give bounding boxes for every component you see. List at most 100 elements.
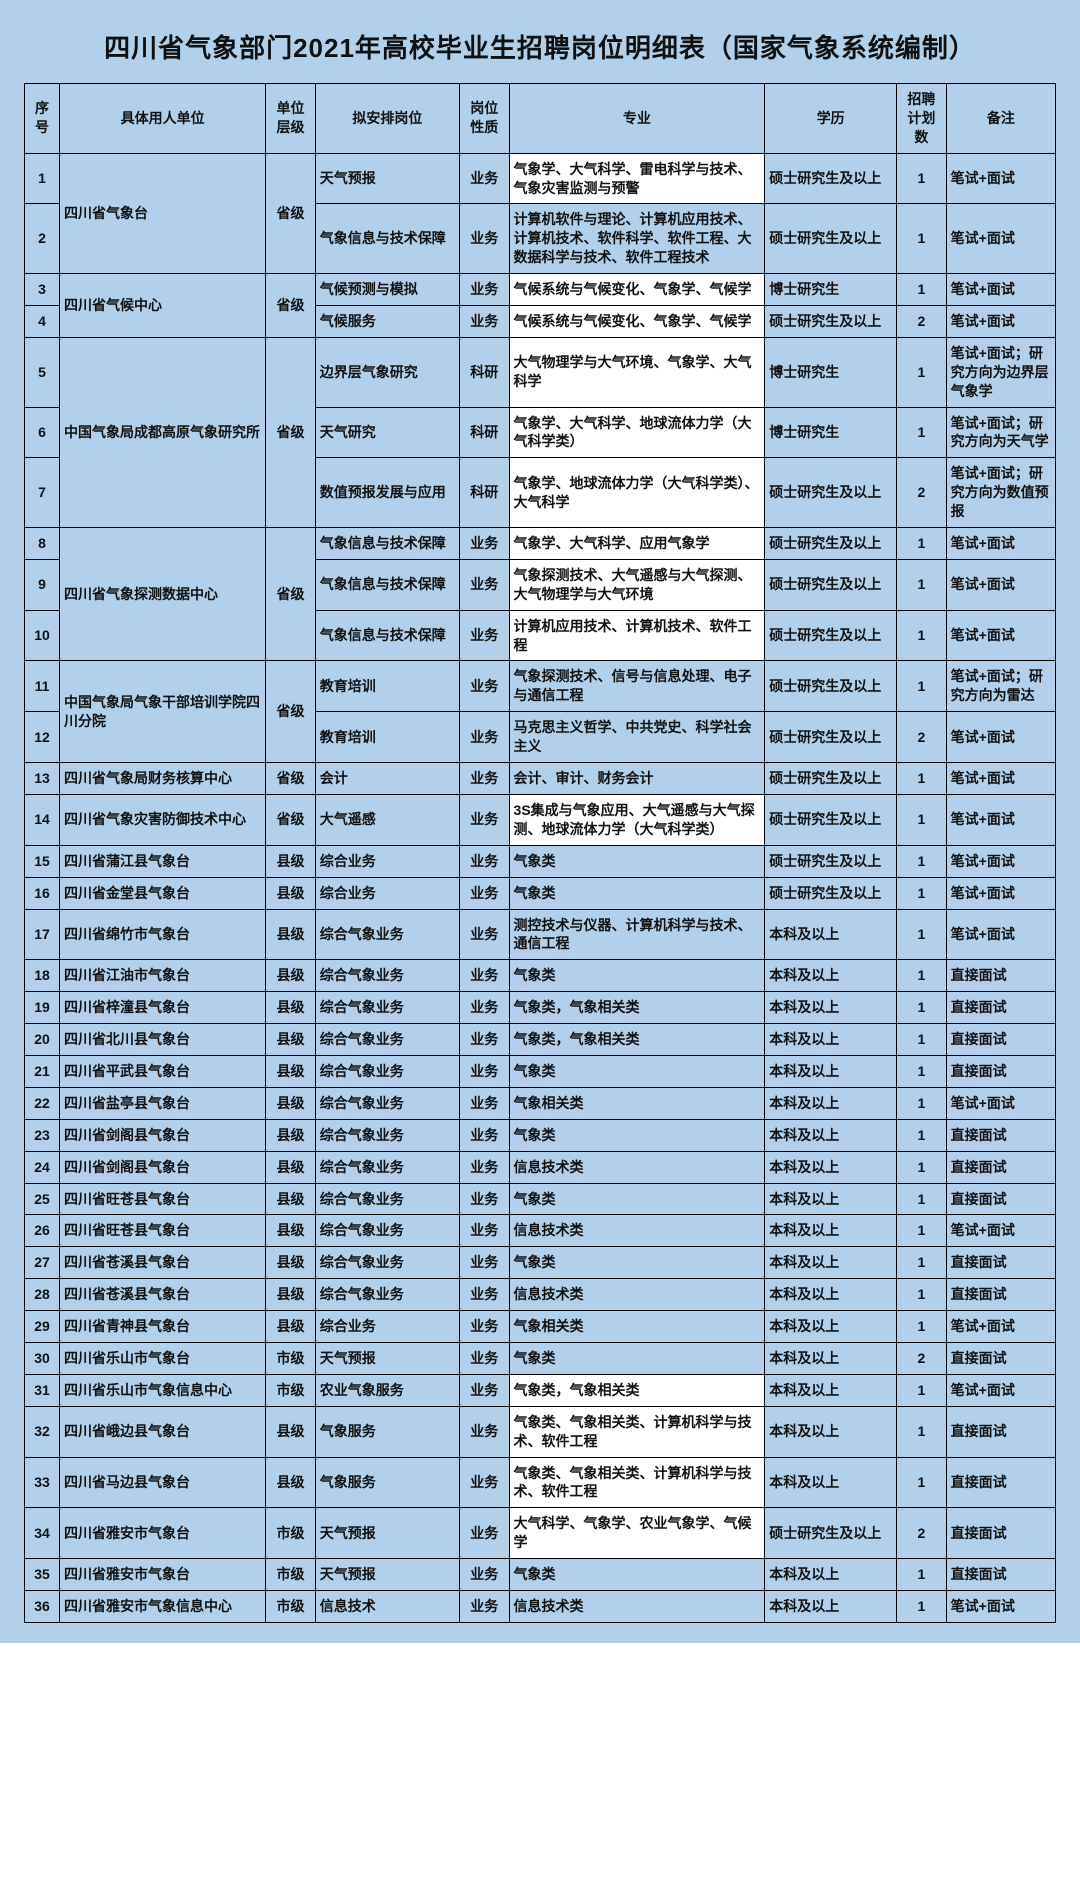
- table-row: 17四川省绵竹市气象台县级综合气象业务业务测控技术与仪器、计算机科学与技术、通信…: [25, 909, 1056, 960]
- cell-note: 直接面试: [946, 1151, 1055, 1183]
- cell-edu: 本科及以上: [765, 1024, 897, 1056]
- cell-num: 2: [897, 712, 946, 763]
- cell-post: 农业气象服务: [315, 1374, 459, 1406]
- cell-edu: 本科及以上: [765, 1279, 897, 1311]
- cell-unit: 四川省苍溪县气象台: [60, 1279, 266, 1311]
- cell-num: 1: [897, 337, 946, 407]
- cell-idx: 15: [25, 845, 60, 877]
- cell-num: 1: [897, 153, 946, 204]
- table-row: 20四川省北川县气象台县级综合气象业务业务气象类，气象相关类本科及以上1直接面试: [25, 1024, 1056, 1056]
- cell-major: 马克思主义哲学、中共党史、科学社会主义: [509, 712, 765, 763]
- cell-nat: 业务: [460, 1247, 509, 1279]
- cell-edu: 本科及以上: [765, 1247, 897, 1279]
- cell-edu: 硕士研究生及以上: [765, 661, 897, 712]
- table-row: 22四川省盐亭县气象台县级综合气象业务业务气象相关类本科及以上1笔试+面试: [25, 1087, 1056, 1119]
- cell-post: 综合气象业务: [315, 1151, 459, 1183]
- cell-level: 县级: [266, 1406, 315, 1457]
- cell-major: 气象学、大气科学、雷电科学与技术、气象灾害监测与预警: [509, 153, 765, 204]
- cell-nat: 业务: [460, 992, 509, 1024]
- cell-note: 直接面试: [946, 1508, 1055, 1559]
- cell-note: 笔试+面试: [946, 528, 1055, 560]
- col-header-num: 招聘计划数: [897, 84, 946, 154]
- cell-unit: 四川省乐山市气象台: [60, 1342, 266, 1374]
- cell-level: 县级: [266, 960, 315, 992]
- cell-major: 大气物理学与大气环境、气象学、大气科学: [509, 337, 765, 407]
- cell-nat: 科研: [460, 407, 509, 458]
- cell-num: 1: [897, 274, 946, 306]
- cell-note: 笔试+面试；研究方向为天气学: [946, 407, 1055, 458]
- cell-major: 气象类、气象相关类、计算机科学与技术、软件工程: [509, 1457, 765, 1508]
- cell-level: 县级: [266, 877, 315, 909]
- cell-note: 笔试+面试: [946, 877, 1055, 909]
- table-row: 1四川省气象台省级天气预报业务气象学、大气科学、雷电科学与技术、气象灾害监测与预…: [25, 153, 1056, 204]
- cell-num: 1: [897, 204, 946, 274]
- cell-nat: 业务: [460, 794, 509, 845]
- table-row: 3四川省气候中心省级气候预测与模拟业务气候系统与气候变化、气象学、气候学博士研究…: [25, 274, 1056, 306]
- cell-level: 县级: [266, 1215, 315, 1247]
- cell-nat: 业务: [460, 1590, 509, 1622]
- cell-note: 直接面试: [946, 1457, 1055, 1508]
- cell-note: 笔试+面试: [946, 1215, 1055, 1247]
- cell-idx: 16: [25, 877, 60, 909]
- cell-level: 县级: [266, 1119, 315, 1151]
- cell-note: 笔试+面试: [946, 763, 1055, 795]
- table-row: 23四川省剑阁县气象台县级综合气象业务业务气象类本科及以上1直接面试: [25, 1119, 1056, 1151]
- cell-note: 直接面试: [946, 1119, 1055, 1151]
- cell-major: 计算机应用技术、计算机技术、软件工程: [509, 610, 765, 661]
- cell-major: 大气科学、气象学、农业气象学、气候学: [509, 1508, 765, 1559]
- cell-nat: 业务: [460, 1457, 509, 1508]
- cell-num: 1: [897, 610, 946, 661]
- cell-num: 1: [897, 877, 946, 909]
- table-header-row: 序号 具体用人单位 单位层级 拟安排岗位 岗位性质 专业 学历 招聘计划数 备注: [25, 84, 1056, 154]
- cell-unit: 中国气象局成都高原气象研究所: [60, 337, 266, 527]
- cell-idx: 9: [25, 559, 60, 610]
- cell-level: 县级: [266, 1183, 315, 1215]
- cell-unit: 四川省峨边县气象台: [60, 1406, 266, 1457]
- cell-nat: 业务: [460, 1215, 509, 1247]
- cell-major: 气象类、气象相关类、计算机科学与技术、软件工程: [509, 1406, 765, 1457]
- cell-nat: 业务: [460, 1374, 509, 1406]
- cell-idx: 28: [25, 1279, 60, 1311]
- cell-post: 气候服务: [315, 306, 459, 338]
- cell-idx: 5: [25, 337, 60, 407]
- cell-num: 1: [897, 1559, 946, 1591]
- cell-major: 气象类，气象相关类: [509, 1374, 765, 1406]
- cell-level: 县级: [266, 909, 315, 960]
- cell-major: 气象探测技术、大气遥感与大气探测、大气物理学与大气环境: [509, 559, 765, 610]
- cell-level: 县级: [266, 1247, 315, 1279]
- cell-unit: 四川省气象灾害防御技术中心: [60, 794, 266, 845]
- cell-idx: 12: [25, 712, 60, 763]
- cell-edu: 本科及以上: [765, 1374, 897, 1406]
- cell-post: 大气遥感: [315, 794, 459, 845]
- cell-level: 县级: [266, 1457, 315, 1508]
- cell-idx: 27: [25, 1247, 60, 1279]
- cell-note: 笔试+面试；研究方向为边界层气象学: [946, 337, 1055, 407]
- cell-edu: 博士研究生: [765, 407, 897, 458]
- cell-nat: 业务: [460, 845, 509, 877]
- cell-num: 1: [897, 763, 946, 795]
- cell-nat: 业务: [460, 877, 509, 909]
- cell-note: 笔试+面试；研究方向为数值预报: [946, 458, 1055, 528]
- cell-major: 气象探测技术、信号与信息处理、电子与通信工程: [509, 661, 765, 712]
- cell-edu: 本科及以上: [765, 1457, 897, 1508]
- cell-idx: 29: [25, 1311, 60, 1343]
- cell-level: 市级: [266, 1590, 315, 1622]
- cell-unit: 四川省剑阁县气象台: [60, 1119, 266, 1151]
- cell-major: 会计、审计、财务会计: [509, 763, 765, 795]
- cell-major: 计算机软件与理论、计算机应用技术、计算机技术、软件科学、软件工程、大数据科学与技…: [509, 204, 765, 274]
- cell-num: 1: [897, 1374, 946, 1406]
- table-row: 15四川省蒲江县气象台县级综合业务业务气象类硕士研究生及以上1笔试+面试: [25, 845, 1056, 877]
- table-row: 29四川省青神县气象台县级综合业务业务气象相关类本科及以上1笔试+面试: [25, 1311, 1056, 1343]
- cell-post: 教育培训: [315, 712, 459, 763]
- cell-idx: 13: [25, 763, 60, 795]
- cell-level: 省级: [266, 528, 315, 661]
- cell-edu: 硕士研究生及以上: [765, 845, 897, 877]
- cell-idx: 1: [25, 153, 60, 204]
- cell-level: 省级: [266, 274, 315, 338]
- document-title: 四川省气象部门2021年高校毕业生招聘岗位明细表（国家气象系统编制）: [24, 28, 1056, 65]
- cell-major: 气象类: [509, 1247, 765, 1279]
- cell-nat: 业务: [460, 909, 509, 960]
- cell-unit: 四川省蒲江县气象台: [60, 845, 266, 877]
- cell-post: 综合气象业务: [315, 960, 459, 992]
- cell-nat: 业务: [460, 1087, 509, 1119]
